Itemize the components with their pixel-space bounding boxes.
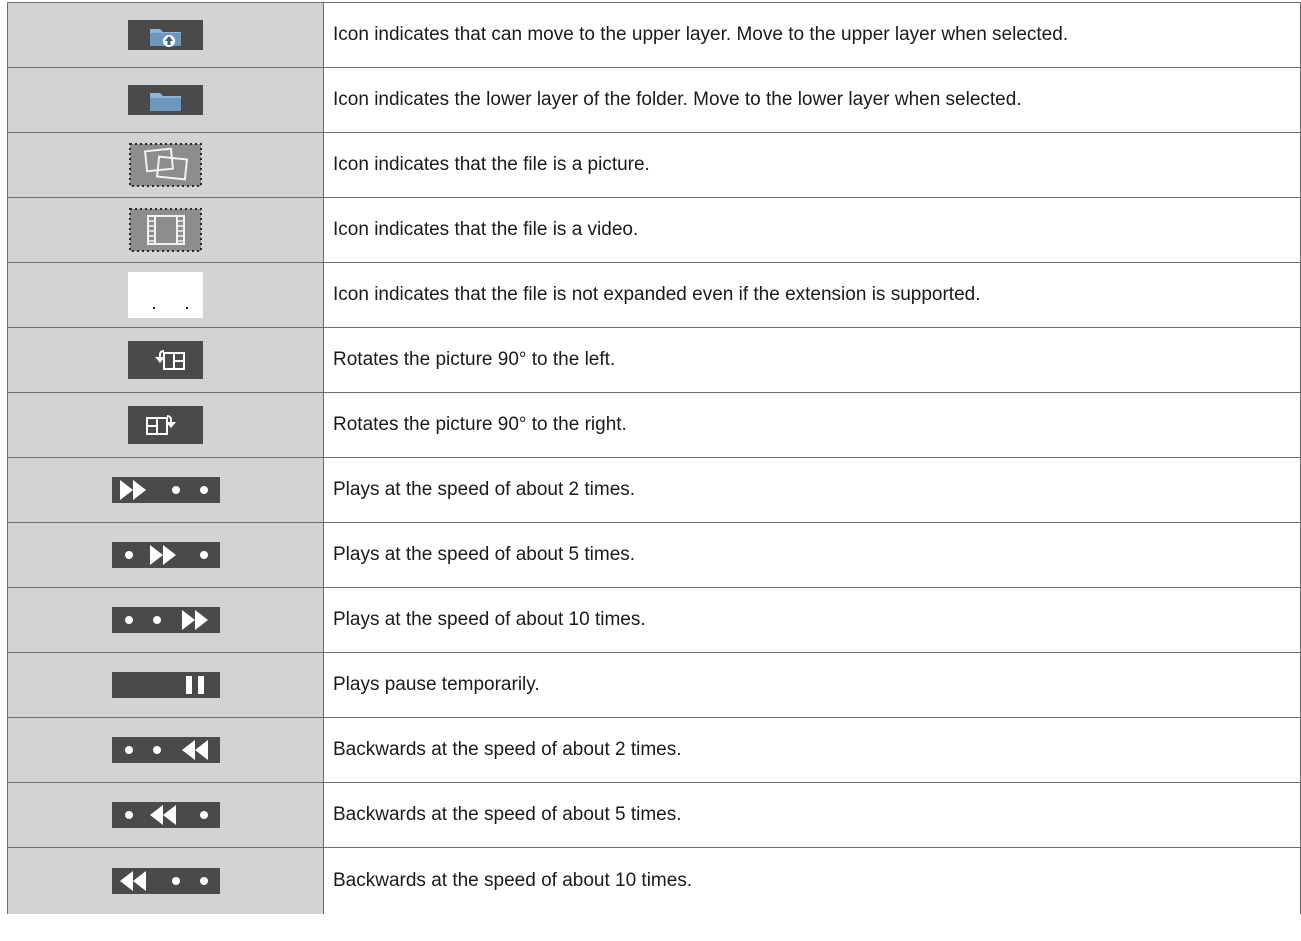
- table-row: Plays at the speed of about 5 times.: [7, 522, 1301, 588]
- description-text: Icon indicates that can move to the uppe…: [323, 2, 1301, 68]
- description-text: Backwards at the speed of about 2 times.: [323, 717, 1301, 783]
- icon-cell: [7, 197, 324, 263]
- fast-forward-10x-icon: [111, 607, 220, 633]
- table-row: Icon indicates that the file is a pictur…: [7, 132, 1301, 198]
- fast-forward-2x-icon: [111, 477, 220, 503]
- description-text: Rotates the picture 90° to the left.: [323, 327, 1301, 393]
- icon-cell: [7, 847, 324, 914]
- icon-cell: [7, 522, 324, 588]
- table-row: Icon indicates that can move to the uppe…: [7, 2, 1301, 68]
- pause-icon: [111, 672, 220, 698]
- description-text: Icon indicates that the file is a video.: [323, 197, 1301, 263]
- table-row: Rotates the picture 90° to the left.: [7, 327, 1301, 393]
- description-text: Plays pause temporarily.: [323, 652, 1301, 718]
- rewind-10x-icon: [111, 868, 220, 894]
- icon-cell: [7, 587, 324, 653]
- description-text: Plays at the speed of about 2 times.: [323, 457, 1301, 523]
- table-row: Icon indicates the lower layer of the fo…: [7, 67, 1301, 133]
- icon-cell: [7, 327, 324, 393]
- folder-up-icon: [128, 20, 203, 50]
- description-text: Icon indicates the lower layer of the fo…: [323, 67, 1301, 133]
- description-text: Plays at the speed of about 10 times.: [323, 587, 1301, 653]
- table-row: Backwards at the speed of about 10 times…: [7, 847, 1301, 914]
- rewind-5x-icon: [111, 802, 220, 828]
- icon-cell: [7, 392, 324, 458]
- table-row: Icon indicates that the file is not expa…: [7, 262, 1301, 328]
- description-text: Icon indicates that the file is not expa…: [323, 262, 1301, 328]
- icon-cell: [7, 132, 324, 198]
- icon-cell: [7, 652, 324, 718]
- table-row: Plays at the speed of about 10 times.: [7, 587, 1301, 653]
- icon-cell: [7, 782, 324, 848]
- description-text: Rotates the picture 90° to the right.: [323, 392, 1301, 458]
- table-row: Backwards at the speed of about 2 times.: [7, 717, 1301, 783]
- description-text: Icon indicates that the file is a pictur…: [323, 132, 1301, 198]
- description-text: Backwards at the speed of about 10 times…: [323, 847, 1301, 914]
- icon-cell: [7, 717, 324, 783]
- table-row: Icon indicates that the file is a video.: [7, 197, 1301, 263]
- rotate-left-icon: [128, 341, 203, 379]
- description-text: Plays at the speed of about 5 times.: [323, 522, 1301, 588]
- table-row: Rotates the picture 90° to the right.: [7, 392, 1301, 458]
- icon-description-table: Icon indicates that can move to the uppe…: [7, 2, 1301, 914]
- rewind-2x-icon: [111, 737, 220, 763]
- video-file-icon: [128, 207, 203, 253]
- folder-icon: [128, 85, 203, 115]
- description-text: Backwards at the speed of about 5 times.: [323, 782, 1301, 848]
- table-row: Plays at the speed of about 2 times.: [7, 457, 1301, 523]
- icon-cell: [7, 2, 324, 68]
- icon-cell: [7, 262, 324, 328]
- rotate-right-icon: [128, 406, 203, 444]
- table-row: Backwards at the speed of about 5 times.: [7, 782, 1301, 848]
- icon-cell: [7, 67, 324, 133]
- table-row: Plays pause temporarily.: [7, 652, 1301, 718]
- icon-cell: [7, 457, 324, 523]
- picture-file-icon: [128, 142, 203, 188]
- unsupported-file-icon: [128, 272, 203, 318]
- fast-forward-5x-icon: [111, 542, 220, 568]
